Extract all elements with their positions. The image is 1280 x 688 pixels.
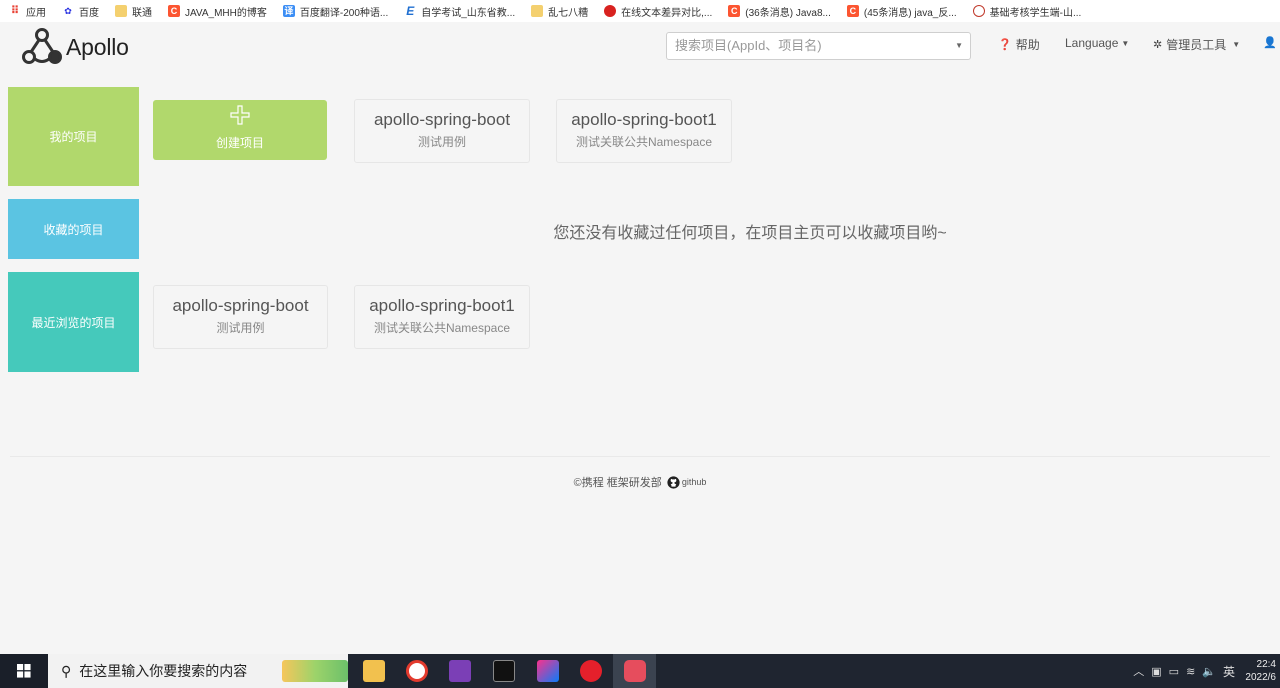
gear-icon: ✲ [1153,39,1163,51]
user-menu[interactable]: 👤 [1263,36,1280,49]
csdn-c-icon: C [728,5,741,17]
bookmark-apps[interactable]: ⠿ 应用 [0,0,53,22]
bookmarks-bar: ⠿ 应用 ✿ 百度 联通 C JAVA_MHH的博客 译 百度翻译-200种语.… [0,0,1280,23]
caret-down-icon: ▼ [1121,38,1130,48]
user-icon: 👤 [1263,37,1277,49]
bookmark-student-exam[interactable]: 基础考核学生端-山... [964,0,1089,22]
search-placeholder: 搜索项目(AppId、项目名) [675,38,822,53]
bookmark-self-study-exam[interactable]: E 自学考试_山东省教... [395,0,522,22]
project-card[interactable]: apollo-spring-boot 测试用例 [354,99,530,163]
github-link[interactable]: github [682,477,707,487]
magnifier-icon: ⚲ [61,662,72,679]
wifi-icon[interactable]: ≋ [1186,665,1195,678]
baidu-paw-icon: ✿ [64,6,72,16]
project-search-select[interactable]: 搜索项目(AppId、项目名) ▼ [666,32,971,60]
start-button[interactable] [0,654,48,688]
e-logo-icon: E [406,4,415,18]
github-icon[interactable] [667,475,680,489]
csdn-c-icon: C [168,5,180,17]
chevron-up-icon[interactable]: ︿ [1133,663,1144,679]
dropdown-caret-icon: ▼ [955,41,963,50]
intellij-idea-icon[interactable] [537,660,559,682]
netease-music-icon[interactable] [580,660,602,682]
project-name: apollo-spring-boot1 [571,110,717,129]
bookmark-java-mhh-blog[interactable]: C JAVA_MHH的博客 [159,0,274,22]
folder-icon [531,5,544,17]
app-header: Apollo 搜索项目(AppId、项目名) ▼ ❓ 帮助 Language ▼… [0,22,1280,74]
system-tray: ︿ ▣ ▭ ≋ 🔈 英 22:4 2022/6 [1133,654,1280,688]
project-name: apollo-spring-boot1 [369,296,515,315]
seal-icon [972,5,985,17]
question-circle-icon: ❓ [998,39,1012,51]
admin-tools-dropdown[interactable]: ✲ 管理员工具 ▼ [1153,36,1240,53]
project-desc: 测试用例 [417,135,466,149]
apps-grid-icon: ⠿ [10,5,20,17]
chrome-icon[interactable] [406,660,428,682]
section-favorites: 收藏的项目 [8,199,139,259]
bookmark-csdn-java-reflect[interactable]: C (45条消息) java_反... [838,0,964,22]
folder-icon [115,5,127,17]
file-explorer-icon[interactable] [363,660,385,682]
red-circle-icon [604,5,617,17]
apollo-logo[interactable]: Apollo [20,26,129,68]
csdn-c-icon: C [846,5,859,17]
plus-icon [230,105,250,125]
page-footer: ©携程 框架研发部 github [0,474,1280,490]
ime-indicator[interactable]: 英 [1223,663,1235,680]
search-highlight-illustration [282,660,348,682]
logo-text: Apollo [66,33,129,60]
onenote-icon[interactable] [449,660,471,682]
project-card[interactable]: apollo-spring-boot1 测试关联公共Namespace [556,99,732,163]
project-name: apollo-spring-boot [373,110,511,129]
battery-icon[interactable]: ▭ [1169,665,1179,678]
translate-icon: 译 [282,5,295,17]
project-desc: 测试关联公共Namespace [575,135,713,149]
create-project-button[interactable]: 创建项目 [153,100,327,160]
project-card[interactable]: apollo-spring-boot1 测试关联公共Namespace [354,285,530,349]
bookmark-baidu-translate[interactable]: 译 百度翻译-200种语... [274,0,395,22]
bookmark-liantong[interactable]: 联通 [106,0,159,22]
windows-taskbar: ⚲ 在这里输入你要搜索的内容 ︿ ▣ ▭ ≋ 🔈 英 22:4 2022/6 [0,654,1280,688]
footer-copyright: ©携程 框架研发部 [573,477,662,489]
bookmark-baidu[interactable]: ✿ 百度 [53,0,106,22]
project-desc: 测试用例 [216,321,265,335]
caret-down-icon: ▼ [1232,40,1241,49]
section-my-projects: 我的项目 [8,87,139,186]
screen-recorder-icon[interactable] [624,660,646,682]
tray-app-icon[interactable]: ▣ [1151,665,1161,678]
project-card[interactable]: apollo-spring-boot 测试用例 [153,285,328,349]
footer-divider [10,456,1270,457]
language-dropdown[interactable]: Language ▼ [1065,36,1129,50]
project-name: apollo-spring-boot [172,296,309,315]
section-recent-projects: 最近浏览的项目 [8,272,139,372]
bookmark-text-diff[interactable]: 在线文本差异对比,... [595,0,719,22]
project-desc: 测试关联公共Namespace [373,321,511,335]
bookmark-csdn-java8[interactable]: C (36条消息) Java8... [719,0,838,22]
help-link[interactable]: ❓ 帮助 [998,36,1040,53]
volume-icon[interactable]: 🔈 [1202,665,1216,678]
favorites-empty-message: 您还没有收藏过任何项目，在项目主页可以收藏项目哟~ [553,225,947,242]
clock[interactable]: 22:4 2022/6 [1242,658,1276,684]
apollo-logo-icon [22,28,62,64]
windows-logo-icon [17,664,31,678]
terminal-icon[interactable] [493,660,515,682]
bookmark-misc-folder[interactable]: 乱七八糟 [522,0,595,22]
